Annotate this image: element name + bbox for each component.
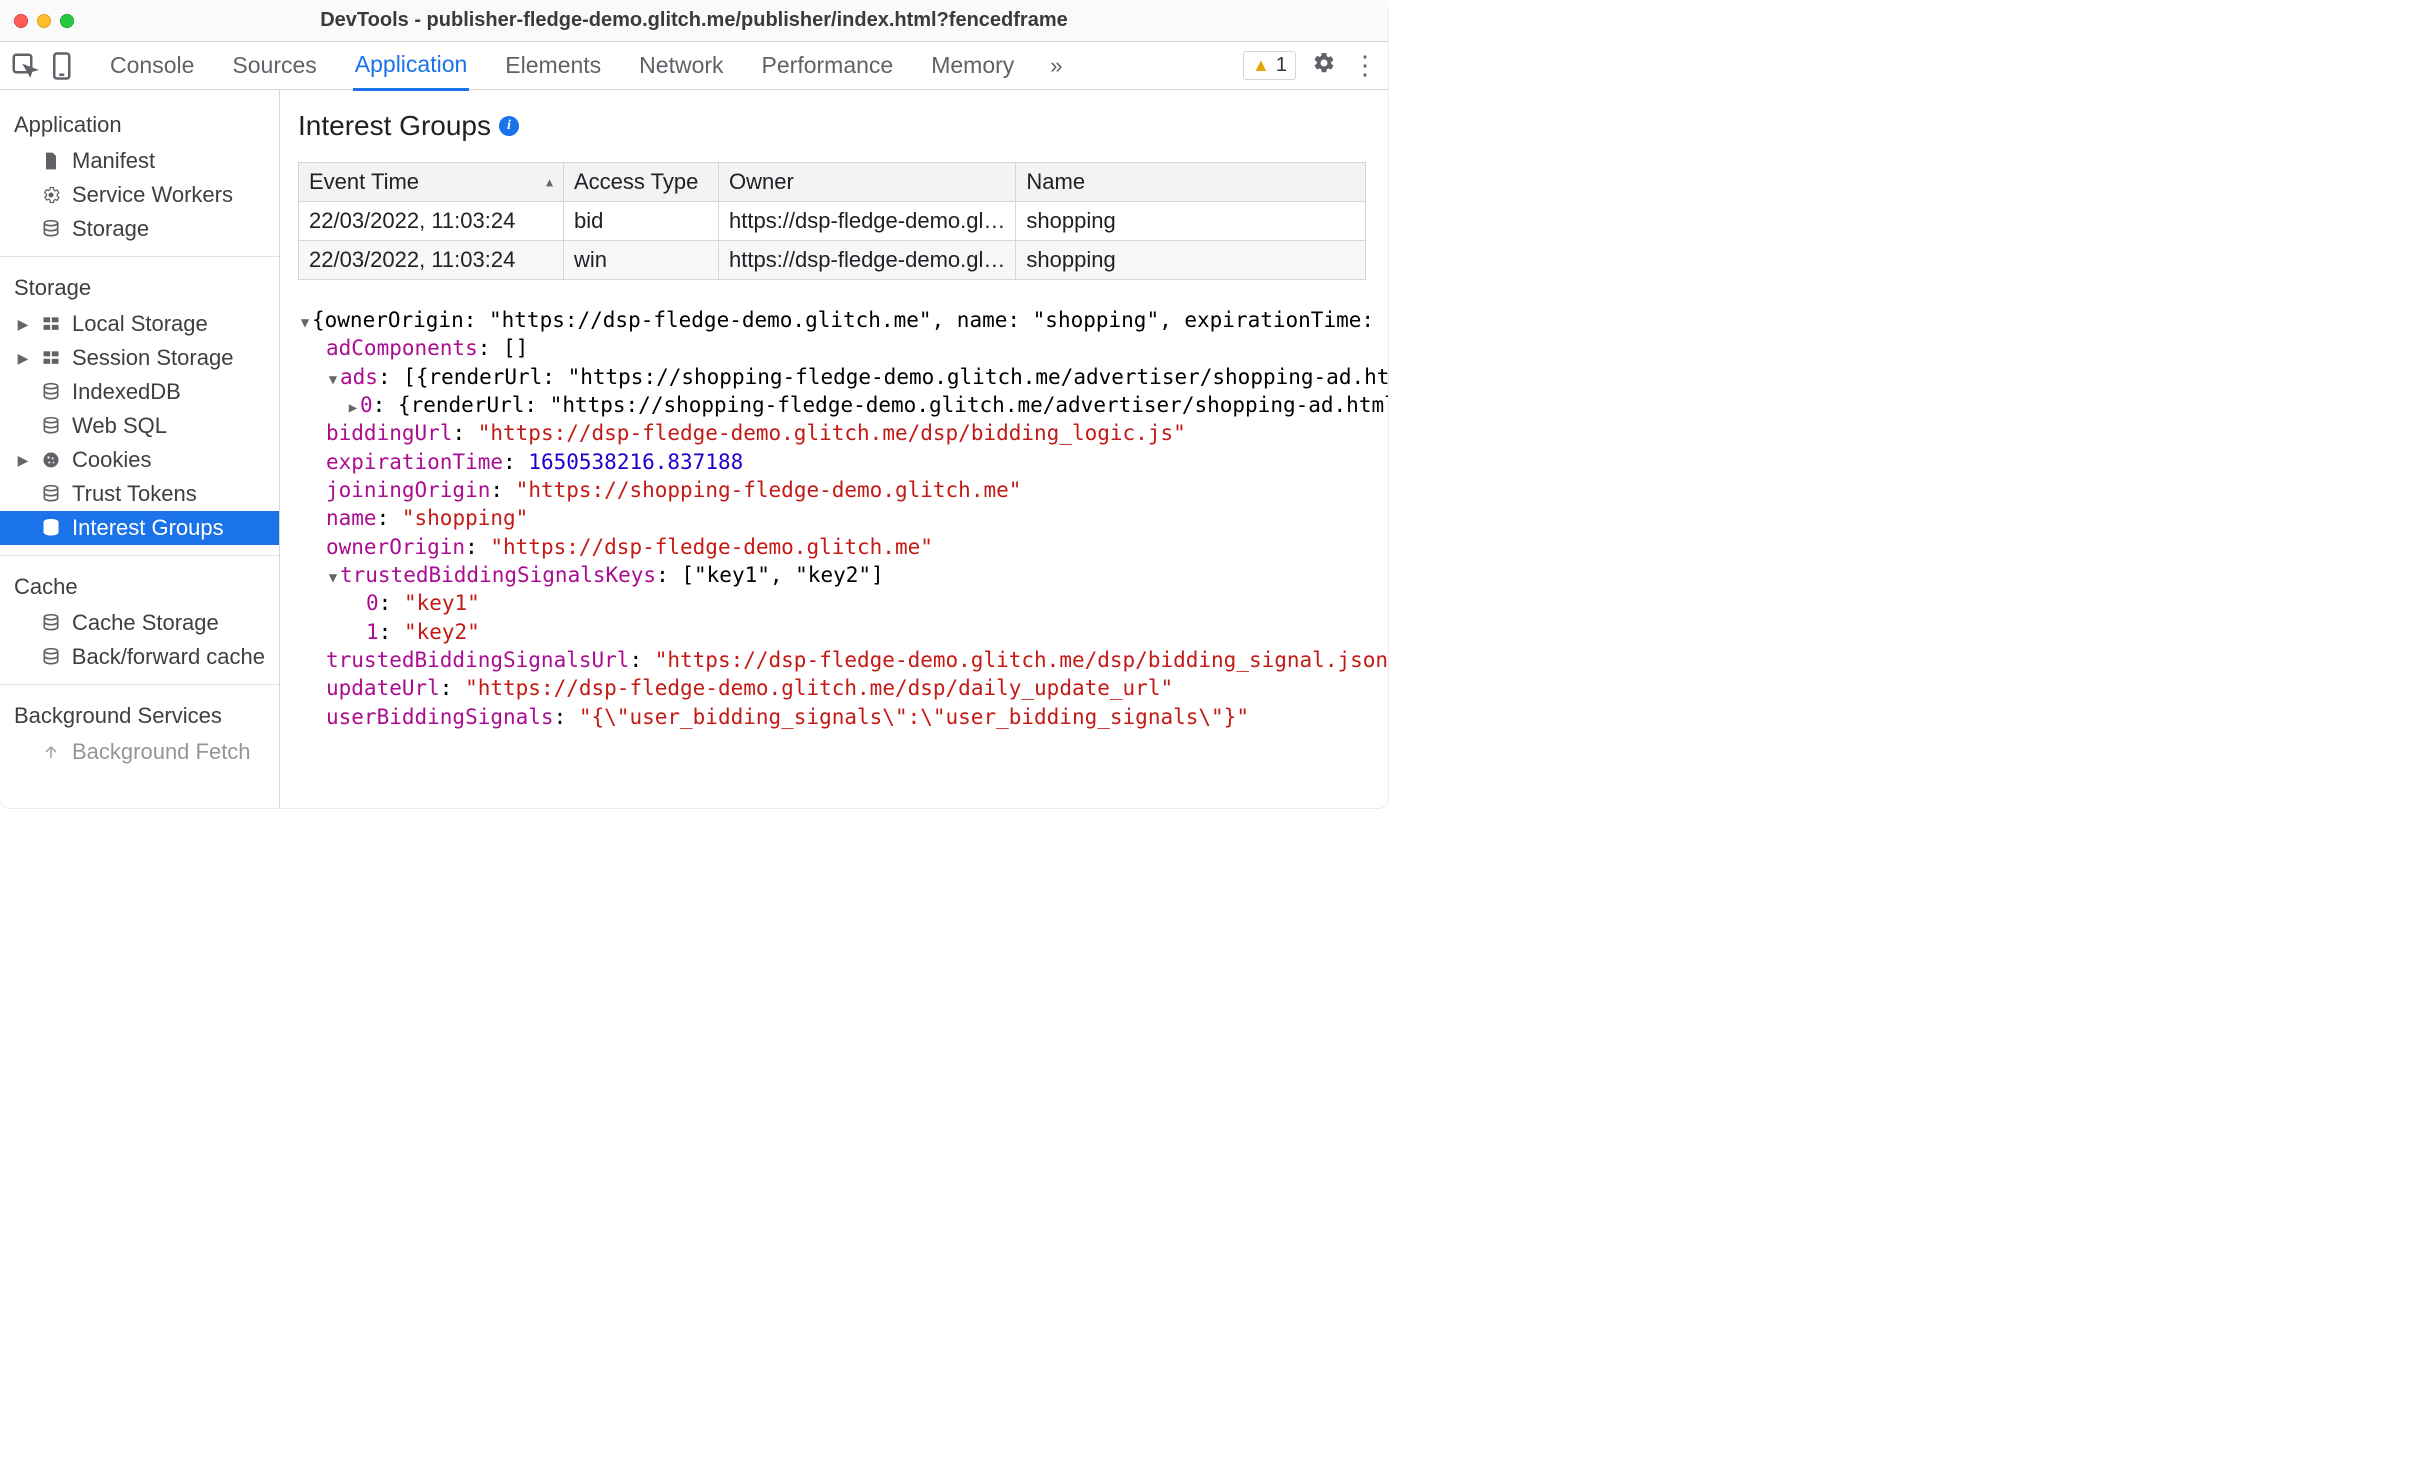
cell-name: shopping [1016,241,1366,280]
sidebar-group-storage: Storage [0,265,279,307]
storage-icon [40,517,62,539]
sidebar-item-trust-tokens[interactable]: Trust Tokens [0,477,279,511]
sidebar-item-local-storage[interactable]: ▶ Local Storage [0,307,279,341]
column-name[interactable]: Name [1016,163,1366,202]
cell-name: shopping [1016,202,1366,241]
sidebar-item-label: Back/forward cache [72,644,265,670]
maximize-window-button[interactable] [60,14,74,28]
grid-icon [40,313,62,335]
tab-elements[interactable]: Elements [503,42,603,89]
window-titlebar: DevTools - publisher-fledge-demo.glitch.… [0,0,1388,42]
table-row[interactable]: 22/03/2022, 11:03:24 win https://dsp-fle… [299,241,1366,280]
caret-down-icon[interactable]: ▼ [298,314,312,333]
sidebar-item-background-fetch[interactable]: Background Fetch [0,735,279,769]
sidebar-item-label: Web SQL [72,413,167,439]
gear-icon [40,184,62,206]
object-viewer[interactable]: ▼{ownerOrigin: "https://dsp-fledge-demo.… [298,306,1388,731]
sidebar-item-label: Background Fetch [72,739,251,765]
window-controls [14,14,74,28]
sidebar-item-cache-storage[interactable]: Cache Storage [0,606,279,640]
minimize-window-button[interactable] [37,14,51,28]
storage-icon [40,646,62,668]
column-owner[interactable]: Owner [719,163,1016,202]
tab-sources[interactable]: Sources [230,42,318,89]
tabs-overflow-button[interactable]: » [1050,53,1062,79]
tab-performance[interactable]: Performance [760,42,896,89]
sidebar-item-label: IndexedDB [72,379,181,405]
panel-title: Interest Groups [298,110,491,142]
info-icon[interactable]: i [499,116,519,136]
column-access-type[interactable]: Access Type [564,163,719,202]
cell-event-time: 22/03/2022, 11:03:24 [299,202,564,241]
sidebar-item-session-storage[interactable]: ▶ Session Storage [0,341,279,375]
sidebar-item-label: Cache Storage [72,610,219,636]
sidebar-item-cookies[interactable]: ▶ Cookies [0,443,279,477]
main-tabs: Console Sources Application Elements Net… [108,41,1063,90]
cell-access-type: win [564,241,719,280]
sidebar-group-application: Application [0,102,279,144]
upload-icon [40,741,62,763]
grid-icon [40,347,62,369]
tab-application[interactable]: Application [353,41,470,91]
sidebar-item-label: Trust Tokens [72,481,197,507]
panel-interest-groups: Interest Groups i Event Time Access Type… [280,90,1388,808]
caret-down-icon[interactable]: ▼ [326,569,340,588]
sidebar-group-background: Background Services [0,693,279,735]
tab-network[interactable]: Network [637,42,725,89]
cell-owner: https://dsp-fledge-demo.gl… [719,202,1016,241]
file-icon [40,150,62,172]
storage-icon [40,612,62,634]
more-options-icon[interactable]: ⋮ [1352,50,1378,81]
devtools-tabstrip: Console Sources Application Elements Net… [0,42,1388,90]
table-row[interactable]: 22/03/2022, 11:03:24 bid https://dsp-fle… [299,202,1366,241]
sidebar-item-label: Local Storage [72,311,208,337]
sidebar-item-bfcache[interactable]: Back/forward cache [0,640,279,674]
expand-icon[interactable]: ▶ [16,452,30,469]
sidebar-item-label: Storage [72,216,149,242]
storage-icon [40,483,62,505]
device-toolbar-icon[interactable] [48,51,78,81]
tab-memory[interactable]: Memory [929,42,1016,89]
expand-icon[interactable]: ▶ [16,316,30,333]
sidebar-group-cache: Cache [0,564,279,606]
warning-icon: ▲ [1252,55,1270,76]
close-window-button[interactable] [14,14,28,28]
cell-access-type: bid [564,202,719,241]
issues-counter[interactable]: ▲ 1 [1243,51,1296,80]
issues-count: 1 [1276,54,1287,77]
storage-icon [40,218,62,240]
application-sidebar: Application Manifest Service Workers Sto… [0,90,280,808]
cell-owner: https://dsp-fledge-demo.gl… [719,241,1016,280]
expand-icon[interactable]: ▶ [16,350,30,367]
caret-down-icon[interactable]: ▼ [326,371,340,390]
inspect-element-icon[interactable] [10,51,40,81]
sidebar-item-interest-groups[interactable]: Interest Groups [0,511,279,545]
storage-icon [40,415,62,437]
sidebar-item-label: Cookies [72,447,151,473]
column-event-time[interactable]: Event Time [299,163,564,202]
interest-groups-table: Event Time Access Type Owner Name 22/03/… [298,162,1366,280]
sidebar-item-label: Service Workers [72,182,233,208]
tab-console[interactable]: Console [108,42,196,89]
sidebar-item-label: Interest Groups [72,515,224,541]
sidebar-item-service-workers[interactable]: Service Workers [0,178,279,212]
sidebar-item-websql[interactable]: Web SQL [0,409,279,443]
window-title: DevTools - publisher-fledge-demo.glitch.… [0,9,1388,32]
cookie-icon [40,449,62,471]
sidebar-item-storage[interactable]: Storage [0,212,279,246]
cell-event-time: 22/03/2022, 11:03:24 [299,241,564,280]
sidebar-item-indexeddb[interactable]: IndexedDB [0,375,279,409]
storage-icon [40,381,62,403]
caret-right-icon[interactable]: ▶ [346,399,360,418]
settings-icon[interactable] [1312,51,1336,81]
sidebar-item-manifest[interactable]: Manifest [0,144,279,178]
sidebar-item-label: Session Storage [72,345,233,371]
sidebar-item-label: Manifest [72,148,155,174]
